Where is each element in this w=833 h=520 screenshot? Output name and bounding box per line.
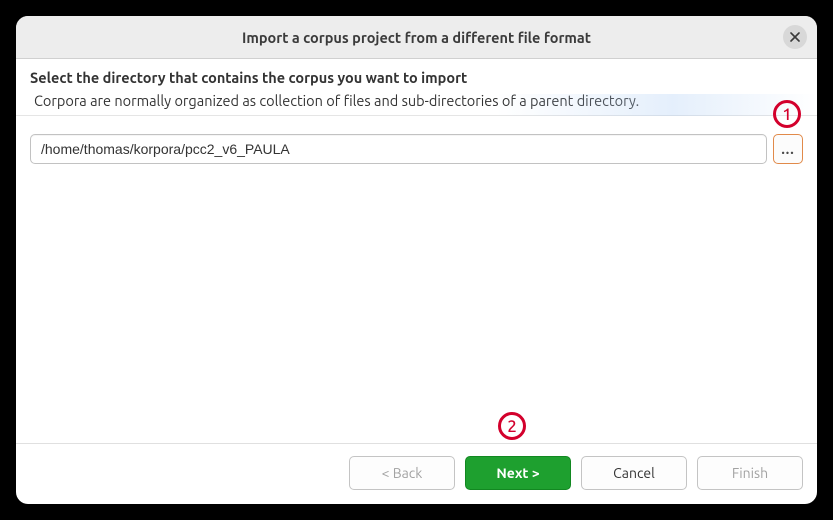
directory-row: ...	[30, 134, 803, 164]
ellipsis-icon: ...	[781, 141, 794, 157]
content-area: ...	[16, 115, 817, 443]
directory-input[interactable]	[30, 134, 767, 164]
page-heading: Select the directory that contains the c…	[30, 69, 803, 86]
footer: < Back Next > Cancel Finish	[16, 443, 817, 504]
next-button[interactable]: Next >	[465, 456, 571, 490]
browse-button[interactable]: ...	[773, 134, 803, 164]
wizard-dialog: Import a corpus project from a different…	[16, 16, 817, 504]
annotation-callout-2: 2	[498, 412, 526, 440]
back-button: < Back	[349, 456, 455, 490]
close-icon	[790, 32, 800, 42]
close-button[interactable]	[783, 25, 807, 49]
dialog-title: Import a corpus project from a different…	[242, 29, 591, 46]
header-area: Select the directory that contains the c…	[16, 59, 817, 115]
annotation-callout-1: 1	[773, 100, 801, 128]
titlebar: Import a corpus project from a different…	[16, 16, 817, 59]
cancel-button[interactable]: Cancel	[581, 456, 687, 490]
page-subtext: Corpora are normally organized as collec…	[30, 92, 803, 109]
finish-button: Finish	[697, 456, 803, 490]
